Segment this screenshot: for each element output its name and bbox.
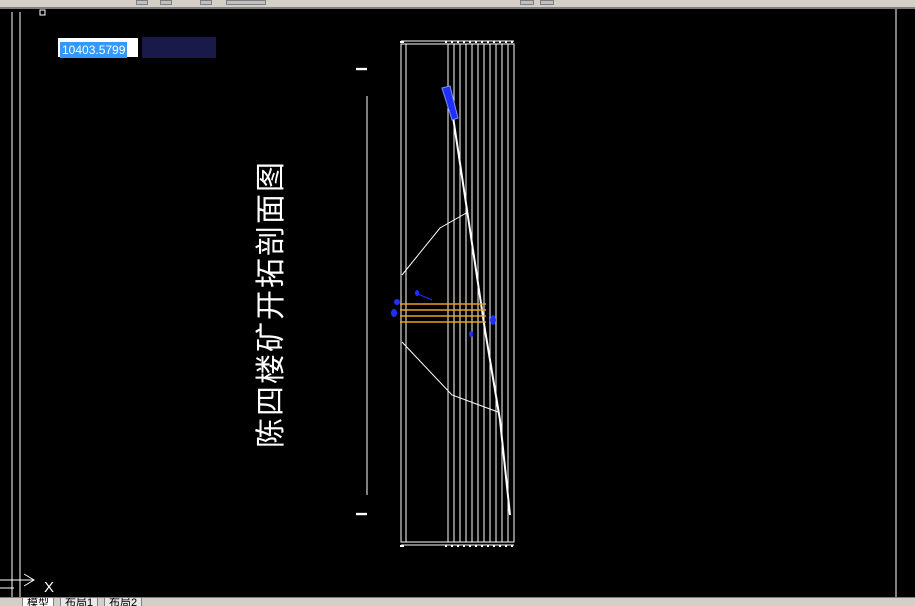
coal-seam <box>400 303 486 323</box>
shaft-marker <box>441 85 459 121</box>
tab-layout1[interactable]: 布局1 <box>60 598 99 606</box>
toolbar-button[interactable] <box>160 0 172 5</box>
toolbar <box>0 0 915 9</box>
toolbar-button[interactable] <box>520 0 534 5</box>
section-mark-top: I <box>354 66 372 72</box>
grip-square <box>39 9 46 16</box>
toolbar-button[interactable] <box>136 0 148 5</box>
drawing-svg <box>0 9 897 597</box>
layout-tabs: 模型 布局1 布局2 <box>0 597 915 606</box>
toolbar-button[interactable] <box>200 0 212 5</box>
seam-leader <box>417 293 433 301</box>
title-container: 陈四楼矿开拓剖面图 <box>178 159 358 449</box>
coordinate-value: 10403.5799 <box>60 42 128 58</box>
ucs-axis-label: X <box>44 579 55 596</box>
tab-layout2[interactable]: 布局2 <box>104 598 143 606</box>
dynamic-input-field[interactable]: 10403.5799 <box>58 38 138 58</box>
ucs-icon <box>0 573 35 589</box>
tab-model[interactable]: 模型 <box>22 598 54 606</box>
drawing-title: 陈四楼矿开拓剖面图 <box>254 160 289 448</box>
cad-window: 10403.5799 陈四楼矿开拓剖面图 I I X 模型 布局1 布局2 <box>0 0 915 606</box>
dynamic-input-secondary[interactable] <box>142 37 216 58</box>
model-space-canvas[interactable]: 10403.5799 陈四楼矿开拓剖面图 I I X <box>0 9 915 597</box>
section-mark-bottom: I <box>354 511 372 517</box>
toolbar-button[interactable] <box>226 0 266 5</box>
strata-curve <box>401 211 469 276</box>
toolbar-button[interactable] <box>540 0 554 5</box>
